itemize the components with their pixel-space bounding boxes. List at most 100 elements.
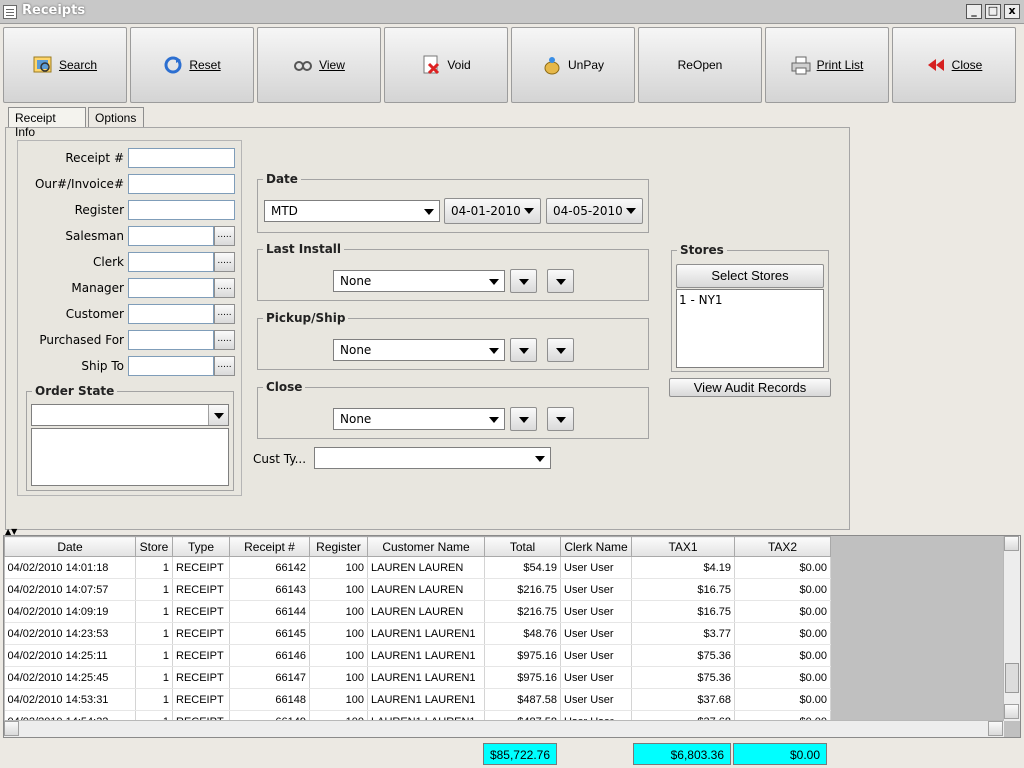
reopen-button[interactable]: ReOpen: [638, 27, 762, 103]
ship-to-input[interactable]: [128, 356, 214, 376]
receipt-label: Receipt #: [65, 151, 124, 165]
scroll-left-button[interactable]: [4, 721, 19, 736]
close-button[interactable]: Close: [892, 27, 1016, 103]
cell-date: 04/02/2010 14:07:57: [4, 578, 136, 601]
col-header-customer-name[interactable]: Customer Name: [367, 536, 485, 557]
pickup-ship-to-button[interactable]: [547, 338, 574, 362]
cell-type: RECEIPT: [172, 556, 230, 579]
clerk-lookup-button[interactable]: .....: [214, 252, 235, 272]
select-stores-button[interactable]: Select Stores: [676, 264, 824, 288]
table-row[interactable]: 04/02/2010 14:09:19 1 RECEIPT 66144 100 LAURE…: [4, 600, 831, 623]
receipt-input[interactable]: [128, 148, 235, 168]
last-install-from-button[interactable]: [510, 269, 537, 293]
reset-icon: [163, 55, 183, 75]
maximize-button[interactable]: □: [985, 4, 1001, 19]
order-state-select[interactable]: [31, 404, 229, 426]
stores-label: Stores: [677, 243, 727, 257]
salesman-lookup-button[interactable]: .....: [214, 226, 235, 246]
grid-body: 04/02/2010 14:01:18 1 RECEIPT 66142 100 LAURE…: [4, 556, 831, 733]
grid-vertical-scrollbar[interactable]: [1003, 536, 1020, 721]
vertical-scroll-thumb[interactable]: [1005, 663, 1019, 693]
date-from-picker[interactable]: 04-01-2010: [444, 198, 541, 224]
scroll-right-button[interactable]: [988, 721, 1003, 736]
col-header-receipt[interactable]: Receipt #: [229, 536, 310, 557]
register-input[interactable]: [128, 200, 235, 220]
table-row[interactable]: 04/02/2010 14:25:45 1 RECEIPT 66147 100 LAURE…: [4, 666, 831, 689]
last-install-select[interactable]: None: [333, 270, 505, 292]
col-header-store[interactable]: Store: [135, 536, 173, 557]
cell-tax1: $16.75: [631, 578, 735, 601]
col-header-register[interactable]: Register: [309, 536, 368, 557]
search-button[interactable]: Search: [3, 27, 127, 103]
close-to-button[interactable]: [547, 407, 574, 431]
scroll-down-button[interactable]: [1004, 704, 1019, 719]
col-header-tax2[interactable]: TAX2: [734, 536, 831, 557]
clerk-input[interactable]: [128, 252, 214, 272]
last-install-dropdown-arrow[interactable]: [484, 271, 504, 291]
close-from-button[interactable]: [510, 407, 537, 431]
ship-to-lookup-button[interactable]: .....: [214, 356, 235, 376]
customer-input[interactable]: [128, 304, 214, 324]
unpay-button[interactable]: UnPay: [511, 27, 635, 103]
reset-button[interactable]: Reset: [130, 27, 254, 103]
date-to-picker[interactable]: 04-05-2010: [546, 198, 643, 224]
pickup-ship-dropdown-arrow[interactable]: [484, 340, 504, 360]
cell-clerk-name: User User: [560, 622, 632, 645]
void-button[interactable]: Void: [384, 27, 508, 103]
customer-lookup-button[interactable]: .....: [214, 304, 235, 324]
view-button[interactable]: View: [257, 27, 381, 103]
tab-receipt-info[interactable]: Receipt Info: [8, 107, 86, 139]
col-header-date[interactable]: Date: [4, 536, 136, 557]
cust-type-dropdown-arrow[interactable]: [530, 448, 550, 468]
table-row[interactable]: 04/02/2010 14:53:31 1 RECEIPT 66148 100 LAURE…: [4, 688, 831, 711]
invoice-input[interactable]: [128, 174, 235, 194]
tab-options[interactable]: Options: [88, 107, 144, 127]
purchased-for-lookup-button[interactable]: .....: [214, 330, 235, 350]
cell-store: 1: [135, 556, 173, 579]
cell-tax1: $3.77: [631, 622, 735, 645]
window-close-button[interactable]: x: [1004, 4, 1020, 19]
manager-lookup-button[interactable]: .....: [214, 278, 235, 298]
cell-tax2: $0.00: [734, 556, 831, 579]
receipt-info-panel: Receipt # Our#/Invoice# Register Salesma…: [5, 127, 850, 530]
store-item-ny1[interactable]: 1 - NY1: [679, 293, 821, 307]
print-list-button[interactable]: Print List: [765, 27, 889, 103]
order-state-dropdown-arrow[interactable]: [208, 405, 228, 425]
order-state-list[interactable]: [31, 428, 229, 486]
table-row[interactable]: 04/02/2010 14:01:18 1 RECEIPT 66142 100 LAURE…: [4, 556, 831, 579]
date-range-dropdown-arrow[interactable]: [419, 201, 439, 221]
order-state-label: Order State: [32, 384, 118, 398]
close-select[interactable]: None: [333, 408, 505, 430]
pickup-ship-group: Pickup/Ship None: [257, 311, 649, 370]
close-dropdown-arrow[interactable]: [484, 409, 504, 429]
grid-horizontal-scrollbar[interactable]: [4, 720, 1004, 737]
stores-group: Stores Select Stores 1 - NY1: [671, 243, 829, 372]
last-install-to-button[interactable]: [547, 269, 574, 293]
pickup-ship-from-button[interactable]: [510, 338, 537, 362]
minimize-button[interactable]: _: [966, 4, 982, 19]
date-range-select[interactable]: MTD: [264, 200, 440, 222]
table-row[interactable]: 04/02/2010 14:07:57 1 RECEIPT 66143 100 LAURE…: [4, 578, 831, 601]
col-header-clerk-name[interactable]: Clerk Name: [560, 536, 632, 557]
scroll-up-button[interactable]: [1004, 536, 1019, 551]
date-to-dropdown-arrow: [626, 208, 636, 214]
col-header-type[interactable]: Type: [172, 536, 230, 557]
table-row[interactable]: 04/02/2010 14:25:11 1 RECEIPT 66146 100 LAURE…: [4, 644, 831, 667]
view-audit-records-button[interactable]: View Audit Records: [669, 378, 831, 397]
cust-type-select[interactable]: [314, 447, 551, 469]
pickup-ship-select[interactable]: None: [333, 339, 505, 361]
total-sum: $85,722.76: [483, 743, 557, 765]
salesman-input[interactable]: [128, 226, 214, 246]
table-row[interactable]: 04/02/2010 14:23:53 1 RECEIPT 66145 100 LAURE…: [4, 622, 831, 645]
receipts-grid: Date Store Type Receipt # Register Custo…: [3, 535, 1021, 738]
pickup-ship-label: Pickup/Ship: [263, 311, 349, 325]
purchased-for-input[interactable]: [128, 330, 214, 350]
col-header-total[interactable]: Total: [484, 536, 561, 557]
manager-input[interactable]: [128, 278, 214, 298]
clerk-label: Clerk: [93, 255, 124, 269]
unpay-icon: [542, 55, 562, 75]
close-group-label: Close: [263, 380, 306, 394]
stores-list[interactable]: 1 - NY1: [676, 289, 824, 368]
order-state-group: Order State: [26, 384, 234, 491]
col-header-tax1[interactable]: TAX1: [631, 536, 735, 557]
